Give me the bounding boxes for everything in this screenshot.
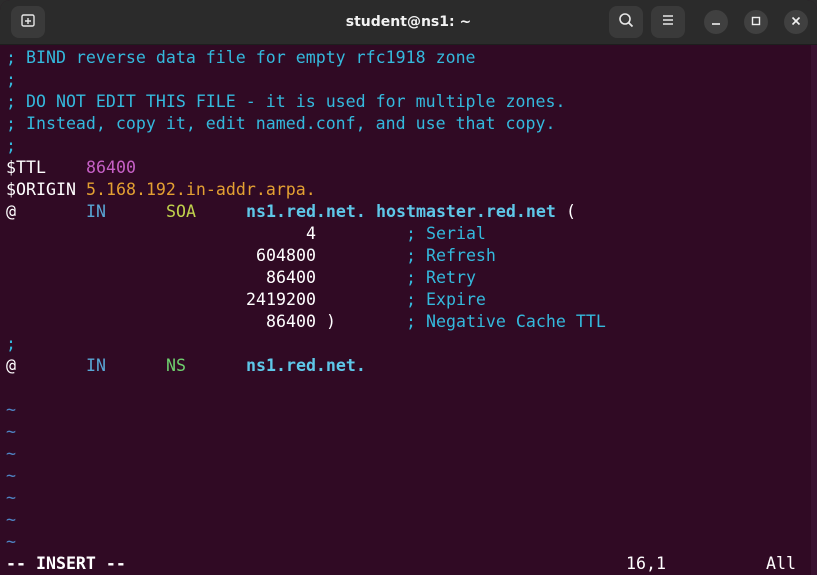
- origin-keyword: $ORIGIN: [6, 180, 76, 199]
- negative-ttl-comment: ; Negative Cache TTL: [406, 312, 606, 331]
- minimize-icon: [711, 13, 721, 31]
- editor-line: ; Instead, copy it, edit named.conf, and…: [6, 114, 556, 133]
- editor-line: ; DO NOT EDIT THIS FILE - it is used for…: [6, 92, 566, 111]
- serial-value: 4: [306, 224, 316, 243]
- scroll-indicator: All: [766, 554, 796, 573]
- maximize-icon: [751, 13, 761, 31]
- empty-line-tilde: ~: [6, 532, 16, 551]
- menu-button[interactable]: [651, 6, 685, 38]
- editor-line: ;: [6, 334, 16, 353]
- soa-close-paren: ): [326, 312, 336, 331]
- ttl-keyword: $TTL: [6, 158, 46, 177]
- soa-hostmaster: hostmaster.red.net: [376, 202, 556, 221]
- ns-hostname: ns1.red.net.: [246, 356, 366, 375]
- scrollbar[interactable]: [811, 45, 817, 575]
- origin-value: 5.168.192.in-addr.arpa.: [86, 180, 316, 199]
- window-title: student@ns1: ~: [345, 14, 472, 30]
- search-button[interactable]: [609, 6, 643, 38]
- empty-line-tilde: ~: [6, 466, 16, 485]
- editor-line: ;: [6, 70, 16, 89]
- record-type: SOA: [166, 202, 196, 221]
- expire-comment: ; Expire: [406, 290, 486, 309]
- editor-line: ;: [6, 136, 16, 155]
- close-icon: [791, 13, 801, 31]
- soa-nameserver: ns1.red.net.: [246, 202, 366, 221]
- record-class: IN: [86, 202, 106, 221]
- empty-line-tilde: ~: [6, 444, 16, 463]
- soa-open-paren: (: [566, 202, 576, 221]
- search-icon: [618, 12, 634, 33]
- terminal-window: student@ns1: ~ ; BIND reverse data file …: [0, 0, 817, 575]
- empty-line-tilde: ~: [6, 488, 16, 507]
- retry-value: 86400: [266, 268, 316, 287]
- cursor-position: 16,1: [626, 554, 666, 573]
- retry-comment: ; Retry: [406, 268, 476, 287]
- record-class: IN: [86, 356, 106, 375]
- expire-value: 2419200: [246, 290, 316, 309]
- serial-comment: ; Serial: [406, 224, 486, 243]
- editor-line: ; BIND reverse data file for empty rfc19…: [6, 48, 476, 67]
- close-button[interactable]: [784, 10, 808, 34]
- maximize-button[interactable]: [744, 10, 768, 34]
- minimize-button[interactable]: [704, 10, 728, 34]
- terminal-content[interactable]: ; BIND reverse data file for empty rfc19…: [0, 45, 811, 575]
- empty-line-tilde: ~: [6, 400, 16, 419]
- hamburger-menu-icon: [661, 13, 675, 32]
- refresh-comment: ; Refresh: [406, 246, 496, 265]
- empty-line-tilde: ~: [6, 422, 16, 441]
- empty-line-tilde: ~: [6, 510, 16, 529]
- record-owner: @: [6, 356, 16, 375]
- mode-indicator: -- INSERT --: [6, 554, 126, 573]
- record-owner: @: [6, 202, 16, 221]
- ttl-value: 86400: [86, 158, 136, 177]
- record-type: NS: [166, 356, 186, 375]
- negative-ttl-value: 86400: [266, 312, 316, 331]
- titlebar: student@ns1: ~: [0, 0, 817, 45]
- refresh-value: 604800: [256, 246, 316, 265]
